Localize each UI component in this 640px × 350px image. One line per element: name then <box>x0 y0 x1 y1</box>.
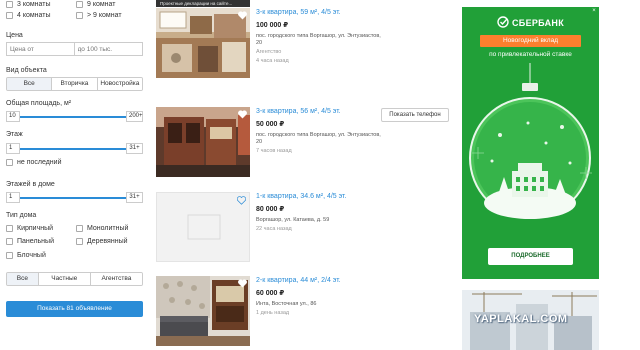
listing-photo[interactable] <box>156 8 250 78</box>
listing-price: 100 000 ₽ <box>256 22 289 29</box>
ad-subtitle: по привлекательной ставке <box>489 51 572 58</box>
object-type-label: Вид объекта <box>6 67 47 74</box>
close-ad-icon[interactable]: × <box>591 8 597 14</box>
listing-info: 2-к квартира, 44 м², 2/4 эт. 60 000 ₽ Ин… <box>256 276 386 317</box>
kitchen-photo <box>156 8 250 78</box>
tab-object-secondary[interactable]: Вторичка <box>51 78 97 90</box>
listing-price: 60 000 ₽ <box>256 290 285 297</box>
listing-time: 1 день назад <box>256 310 290 316</box>
checkbox-block[interactable]: Блочный <box>6 252 76 259</box>
checkbox-9-rooms[interactable]: 9 комнат <box>76 1 146 8</box>
heart-icon[interactable] <box>238 110 247 121</box>
area-label: Общая площадь, м² <box>6 100 72 107</box>
area-min-value[interactable]: 10 <box>6 111 20 122</box>
checkbox-9plus-rooms[interactable]: > 9 комнат <box>76 12 146 19</box>
show-results-button[interactable]: Показать 81 объявление <box>6 301 143 317</box>
floor-min-value[interactable]: 1 <box>6 143 20 154</box>
area-slider[interactable]: 10 200+ <box>6 111 143 123</box>
show-phone-button[interactable]: Показать телефон <box>381 108 449 122</box>
listing-price: 50 000 ₽ <box>256 121 285 128</box>
price-to-input[interactable] <box>74 42 143 56</box>
christmas-ornament-illustration <box>469 63 592 219</box>
listing-title[interactable]: 1-к квартира, 34.6 м², 4/5 эт. <box>256 192 386 201</box>
listing-card[interactable]: 3-к квартира, 59 м², 4/5 эт. 100 000 ₽ п… <box>156 8 456 78</box>
checkbox-wooden[interactable]: Деревянный <box>76 238 146 245</box>
listing-time: 22 часа назад <box>256 226 292 232</box>
listing-address: Воргашор, ул. Катаева, д. 59 <box>256 217 330 223</box>
listing-time: 4 часа назад <box>256 58 289 64</box>
tab-object-all[interactable]: Все <box>7 78 52 90</box>
listing-photo[interactable] <box>156 276 250 346</box>
room-photo <box>156 107 250 177</box>
listing-time: 7 часов назад <box>256 148 292 154</box>
checkbox-4-rooms[interactable]: 4 комнаты <box>6 12 76 19</box>
listing-title[interactable]: 3-к квартира, 59 м², 4/5 эт. <box>256 8 386 17</box>
floors-slider-track[interactable] <box>20 197 126 199</box>
checkbox-monolith[interactable]: Монолитный <box>76 225 146 232</box>
object-type-toggle: Все Вторичка Новостройка <box>6 77 143 91</box>
seller-type-toggle: Все Частные Агентства <box>6 272 143 286</box>
filter-sidebar: 3 комнаты 9 комнат 4 комнаты > 9 комнат … <box>6 0 146 350</box>
listing-photo-placeholder[interactable] <box>156 192 250 262</box>
floor-slider[interactable]: 1 31+ <box>6 143 143 155</box>
heart-icon[interactable] <box>236 196 247 207</box>
listing-card[interactable]: 2-к квартира, 44 м², 2/4 эт. 60 000 ₽ Ин… <box>156 276 456 346</box>
area-slider-track[interactable] <box>20 116 126 118</box>
listing-agency: Агентство <box>256 49 282 55</box>
top-promo-banner[interactable]: Проектные декларации на сайте... <box>156 0 250 7</box>
listing-info: 1-к квартира, 34.6 м², 4/5 эт. 80 000 ₽ … <box>256 192 386 233</box>
floor-label: Этаж <box>6 131 23 138</box>
tab-seller-private[interactable]: Частные <box>37 273 90 285</box>
checkbox-not-last-floor[interactable]: не последний <box>6 159 61 166</box>
floor-max-value[interactable]: 31+ <box>126 143 143 154</box>
floors-in-house-slider[interactable]: 1 31+ <box>6 192 143 204</box>
listing-info: 3-к квартира, 56 м², 4/5 эт. 50 000 ₽ по… <box>256 107 386 155</box>
sberbank-logo: СБЕРБАНК <box>462 16 599 28</box>
price-label: Цена <box>6 32 23 39</box>
listing-title[interactable]: 3-к квартира, 56 м², 4/5 эт. <box>256 107 386 116</box>
floors-max-value[interactable]: 31+ <box>126 192 143 203</box>
heart-icon[interactable] <box>238 11 247 22</box>
price-from-input[interactable] <box>6 42 75 56</box>
house-type-label: Тип дома <box>6 212 37 219</box>
listing-address: пос. городского типа Воргашор, ул. Энтуз… <box>256 33 381 46</box>
checkbox-brick[interactable]: Кирпичный <box>6 225 76 232</box>
listing-title[interactable]: 2-к квартира, 44 м², 2/4 эт. <box>256 276 386 285</box>
sberbank-logo-icon <box>497 16 509 28</box>
sberbank-ad-banner[interactable]: × СБЕРБАНК Новогодний вклад по привлекат… <box>462 7 599 279</box>
listing-info: 3-к квартира, 59 м², 4/5 эт. 100 000 ₽ п… <box>256 8 386 65</box>
site-watermark: YAPLAKAL.COM <box>474 313 568 325</box>
ad-tag: Новогодний вклад <box>480 35 581 47</box>
tab-object-new[interactable]: Новостройка <box>96 78 142 90</box>
listing-price: 80 000 ₽ <box>256 206 285 213</box>
floors-in-house-label: Этажей в доме <box>6 181 55 188</box>
listing-address: Инта, Восточная ул., 86 <box>256 301 317 307</box>
heart-icon[interactable] <box>238 279 247 290</box>
floor-slider-track[interactable] <box>20 148 126 150</box>
tab-seller-all[interactable]: Все <box>7 273 38 285</box>
checkbox-3-rooms[interactable]: 3 комнаты <box>6 1 76 8</box>
living-room-photo <box>156 276 250 346</box>
ad-more-button[interactable]: ПОДРОБНЕЕ <box>488 248 573 265</box>
checkbox-panel[interactable]: Панельный <box>6 238 76 245</box>
listing-address: пос. городского типа Воргашор, ул. Энтуз… <box>256 132 381 145</box>
tab-seller-agencies[interactable]: Агентства <box>89 273 142 285</box>
price-range <box>6 42 143 56</box>
listing-photo[interactable] <box>156 107 250 177</box>
listing-card[interactable]: 1-к квартира, 34.6 м², 4/5 эт. 80 000 ₽ … <box>156 192 456 262</box>
area-max-value[interactable]: 200+ <box>126 111 143 122</box>
floors-min-value[interactable]: 1 <box>6 192 20 203</box>
